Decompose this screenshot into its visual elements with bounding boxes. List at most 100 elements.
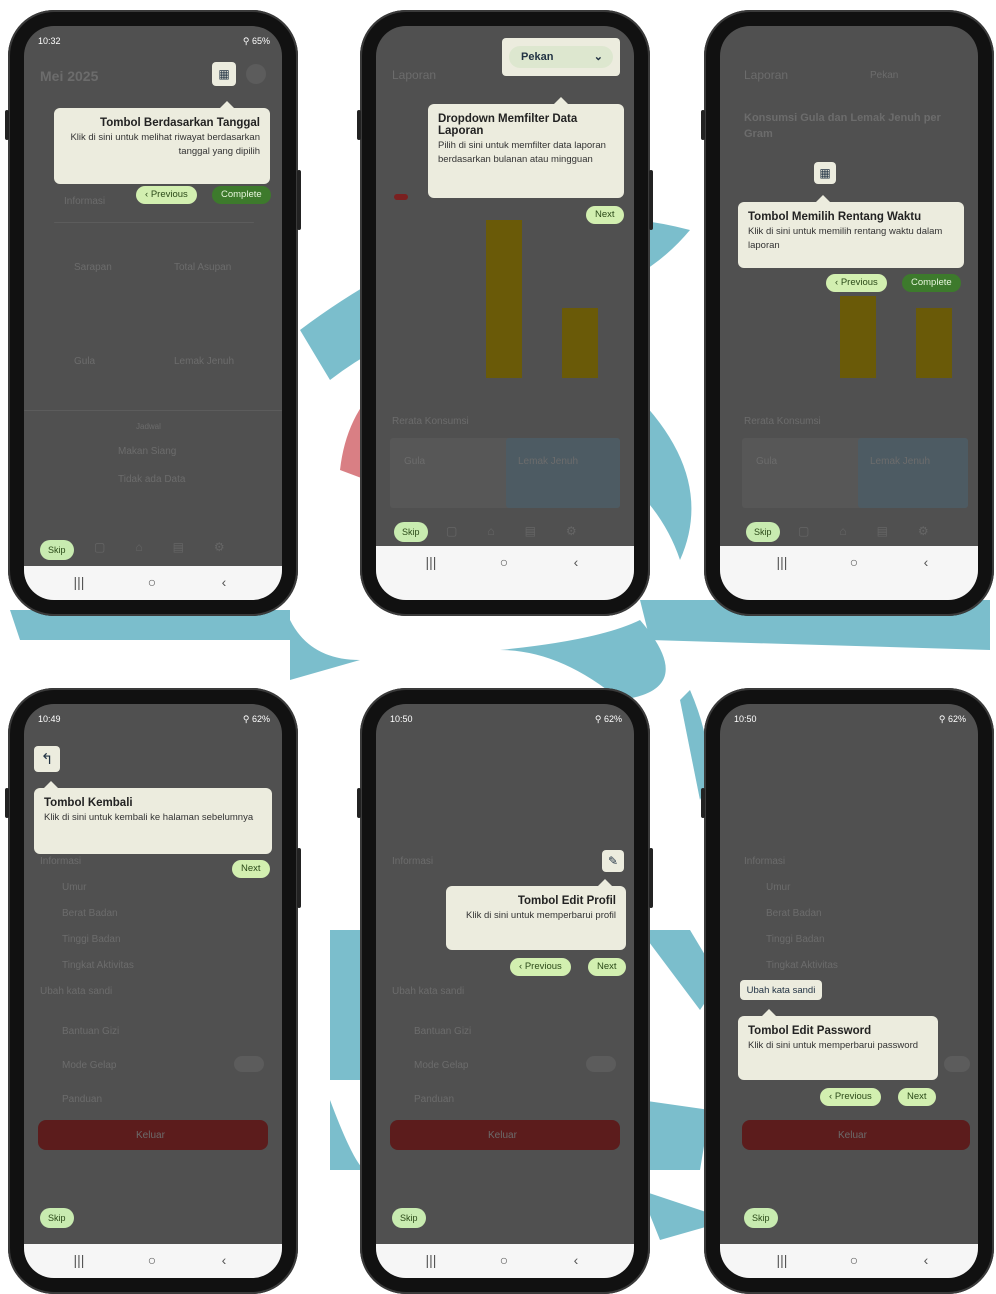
ghost-label: Ubah kata sandi	[40, 986, 113, 997]
tooltip: Tombol Kembali Klik di sini untuk kembal…	[34, 781, 272, 854]
previous-button[interactable]: ‹ Previous	[136, 186, 197, 204]
system-nav-bar: ||| ○ ‹	[720, 546, 978, 600]
chart-bar	[840, 296, 876, 378]
tooltip-title: Dropdown Memfilter Data Laporan	[438, 113, 578, 137]
tooltip-desc: Klik di sini untuk kembali ke halaman se…	[44, 812, 254, 823]
previous-button[interactable]: ‹ Previous	[820, 1088, 881, 1106]
status-bar: 10:49 ⚲ 62%	[24, 704, 282, 734]
recent-apps-icon[interactable]: |||	[69, 1252, 89, 1268]
phone-1: 10:32 ⚲ 65% Mei 2025 ▦ Tombol Berdasarka…	[5, 10, 301, 616]
back-icon[interactable]: ‹	[916, 1252, 936, 1268]
recent-apps-icon[interactable]: |||	[421, 1252, 441, 1268]
period-dropdown[interactable]: Pekan ⌄	[502, 38, 620, 76]
tooltip: Tombol Memilih Rentang Waktu Klik di sin…	[738, 195, 964, 268]
tooltip-title: Tombol Berdasarkan Tanggal	[100, 117, 260, 129]
change-password-label: Ubah kata sandi	[746, 984, 816, 996]
status-time: 10:50	[734, 714, 757, 724]
back-icon[interactable]: ‹	[214, 1252, 234, 1268]
recent-apps-icon[interactable]: |||	[772, 554, 792, 570]
skip-button[interactable]: Skip	[746, 522, 780, 542]
calendar-icon[interactable]: ▦	[814, 162, 836, 184]
ghost-label: Rerata Konsumsi	[392, 416, 469, 427]
ghost-label: Mode Gelap	[62, 1060, 117, 1071]
home-icon[interactable]: ○	[844, 554, 864, 570]
back-arrow-icon[interactable]: ↰	[34, 746, 60, 772]
tooltip-desc: Klik di sini untuk melihat riwayat berda…	[70, 132, 260, 157]
phone-6: 10:50 ⚲ 62% Informasi Umur Berat Badan T…	[701, 688, 994, 1294]
ghost-label: Lemak Jenuh	[870, 456, 931, 467]
ghost-label: Berat Badan	[766, 908, 822, 919]
system-nav-bar: ||| ○ ‹	[24, 566, 282, 600]
recent-apps-icon[interactable]: |||	[772, 1252, 792, 1268]
bottom-tabs: ▢⌂▤⚙	[446, 524, 607, 538]
recent-apps-icon[interactable]: |||	[69, 574, 89, 590]
status-icons: ⚲ 62%	[594, 714, 622, 724]
calendar-icon[interactable]: ▦	[212, 62, 236, 86]
home-icon[interactable]: ○	[142, 1252, 162, 1268]
ghost-label: Tidak ada Data	[118, 474, 186, 485]
next-button[interactable]: Next	[588, 958, 626, 976]
phone-3: Laporan Pekan Konsumsi Gula dan Lemak Je…	[701, 10, 994, 616]
complete-button[interactable]: Complete	[902, 274, 961, 292]
ghost-label: Bantuan Gizi	[62, 1026, 120, 1037]
status-bar: 10:32 ⚲ 65%	[24, 26, 282, 56]
home-icon[interactable]: ○	[494, 554, 514, 570]
ghost-label: Lemak Jenuh	[518, 456, 579, 467]
ghost-label: Ubah kata sandi	[392, 986, 465, 997]
status-time: 10:32	[38, 36, 61, 46]
phone-4: 10:49 ⚲ 62% ↰ Tombol Kembali Klik di sin…	[5, 688, 301, 1294]
ghost-label: Jadwal	[136, 422, 161, 431]
ghost-heading: Konsumsi Gula dan Lemak Jenuh per Gram	[744, 112, 941, 140]
chart-bar	[916, 308, 952, 378]
ghost-label: Rerata Konsumsi	[744, 416, 821, 427]
next-button[interactable]: Next	[586, 206, 624, 224]
bottom-tabs: ▢⌂▤⚙	[798, 524, 959, 538]
skip-button[interactable]: Skip	[744, 1208, 778, 1228]
tooltip-title: Tombol Edit Profil	[517, 895, 616, 907]
next-button[interactable]: Next	[898, 1088, 936, 1106]
skip-button[interactable]: Skip	[392, 1208, 426, 1228]
tooltip-desc: Pilih di sini untuk memfilter data lapor…	[438, 140, 606, 165]
ghost-label: Tinggi Badan	[62, 934, 121, 945]
skip-button[interactable]: Skip	[394, 522, 428, 542]
previous-button[interactable]: ‹ Previous	[826, 274, 887, 292]
change-password-button[interactable]: Ubah kata sandi	[740, 980, 822, 1000]
ghost-label: Bantuan Gizi	[414, 1026, 472, 1037]
skip-button[interactable]: Skip	[40, 1208, 74, 1228]
ghost-label: Informasi	[744, 856, 786, 867]
ghost-label: Informasi	[40, 856, 82, 867]
recent-apps-icon[interactable]: |||	[421, 554, 441, 570]
system-nav-bar: ||| ○ ‹	[720, 1244, 978, 1278]
tooltip-title: Tombol Memilih Rentang Waktu	[748, 211, 922, 223]
status-time: 10:50	[390, 714, 413, 724]
next-button[interactable]: Next	[232, 860, 270, 878]
home-icon[interactable]: ○	[494, 1252, 514, 1268]
status-icons: ⚲ 65%	[242, 36, 270, 46]
system-nav-bar: ||| ○ ‹	[376, 546, 634, 600]
status-icons: ⚲ 62%	[938, 714, 966, 724]
ghost-label: Gula	[404, 456, 426, 467]
chart-bar	[486, 220, 522, 378]
screen: 10:32 ⚲ 65% Mei 2025 ▦ Tombol Berdasarka…	[24, 26, 282, 600]
tooltip: Tombol Edit Password Klik di sini untuk …	[738, 1009, 938, 1080]
previous-button[interactable]: ‹ Previous	[510, 958, 571, 976]
skip-button[interactable]: Skip	[40, 540, 74, 560]
back-icon[interactable]: ‹	[566, 1252, 586, 1268]
system-nav-bar: ||| ○ ‹	[376, 1244, 634, 1278]
system-nav-bar: ||| ○ ‹	[24, 1244, 282, 1278]
ghost-title: Mei 2025	[40, 68, 99, 84]
back-icon[interactable]: ‹	[214, 574, 234, 590]
tooltip-title: Tombol Kembali	[44, 797, 133, 809]
ghost-label: Keluar	[136, 1130, 165, 1141]
complete-button[interactable]: Complete	[212, 186, 271, 204]
ghost-label: Keluar	[838, 1130, 867, 1141]
ghost-label: Mode Gelap	[414, 1060, 469, 1071]
ghost-label: Makan Siang	[118, 446, 177, 457]
ghost-title: Laporan	[744, 68, 789, 82]
back-icon[interactable]: ‹	[566, 554, 586, 570]
home-icon[interactable]: ○	[142, 574, 162, 590]
home-icon[interactable]: ○	[844, 1252, 864, 1268]
back-icon[interactable]: ‹	[916, 554, 936, 570]
edit-pencil-icon[interactable]: ✎	[602, 850, 624, 872]
ghost-label: Umur	[766, 882, 791, 893]
